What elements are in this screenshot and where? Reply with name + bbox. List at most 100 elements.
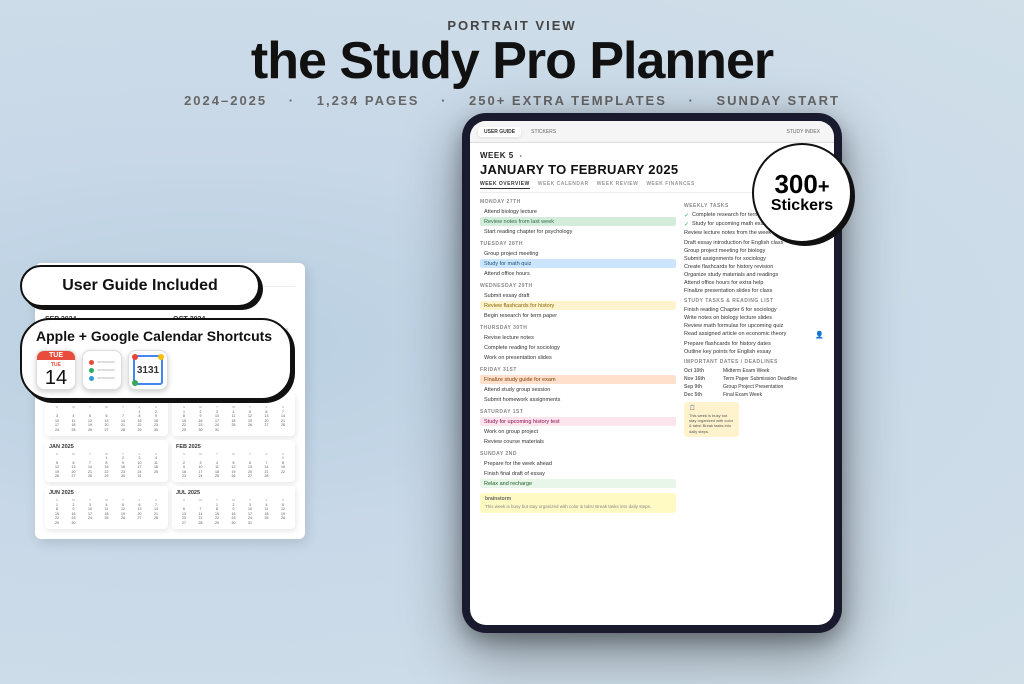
task-item: Outline key points for English essay bbox=[684, 349, 824, 355]
date-separator: • bbox=[520, 154, 522, 160]
subtab-week-review[interactable]: WEEK REVIEW bbox=[597, 181, 639, 189]
date-text: Group Project Presentation bbox=[723, 384, 783, 390]
feb-cal: FEB 2025 SMTWTFS 1 2345678 9101112131415… bbox=[172, 440, 295, 483]
reminders-icon bbox=[82, 350, 122, 390]
center-panel: 300+ Stickers USER GUIDE STICKERS STUDY … bbox=[300, 118, 1004, 633]
task-text: Organize study materials and readings bbox=[684, 272, 824, 278]
task-text: Group project meeting for biology bbox=[684, 248, 824, 254]
jan-cal: JAN 2025 SMTWTFS 1234 567891011 12131415… bbox=[45, 440, 168, 483]
task-item: Create flashcards for history revision bbox=[684, 264, 824, 270]
date-item: Oct 10th Midterm Exam Week bbox=[684, 368, 824, 374]
user-guide-badge: User Guide Included bbox=[20, 265, 260, 307]
tab-study-index[interactable]: STUDY INDEX bbox=[780, 127, 826, 137]
header: PORTRAIT VIEW the Study Pro Planner 2024… bbox=[0, 0, 1024, 108]
task-item: Group project meeting bbox=[480, 249, 676, 258]
task-item: Submit assignments for sociology bbox=[684, 256, 824, 262]
stickers-badge: 300+ Stickers bbox=[752, 143, 852, 243]
apple-calendar-icon: TUE TUE 14 bbox=[36, 350, 76, 390]
monday-label: MONDAY 27TH bbox=[480, 199, 676, 205]
main-title: the Study Pro Planner bbox=[0, 35, 1024, 87]
apple-cal-header: TUE bbox=[37, 351, 75, 360]
brainstorm-section: brainstorm This week is busy but stay or… bbox=[480, 493, 676, 513]
friday-label: FRIDAY 31ST bbox=[480, 367, 676, 373]
date-text: Midterm Exam Week bbox=[723, 368, 769, 374]
date-item: Dec 5th Final Exam Week bbox=[684, 392, 824, 398]
task-text: Read assigned article on economic theory bbox=[684, 331, 812, 337]
task-item: Attend office hours for extra help bbox=[684, 280, 824, 286]
brainstorm-label: brainstorm bbox=[485, 496, 671, 502]
left-panel: USER GUIDE STICKERS 2024-2025 CALENDAR M… bbox=[20, 118, 320, 633]
saturday-label: SATURDAY 1ST bbox=[480, 409, 676, 415]
task-item: Work on group project bbox=[480, 427, 676, 436]
check-icon: ✓ bbox=[684, 212, 689, 219]
task-item: Submit essay draft bbox=[480, 291, 676, 300]
task-item: Prepare for the week ahead bbox=[480, 459, 676, 468]
wednesday-label: WEDNESDAY 29TH bbox=[480, 283, 676, 289]
subtab-week-finances[interactable]: WEEK FINANCES bbox=[646, 181, 694, 189]
task-item: Group project meeting for biology bbox=[684, 248, 824, 254]
task-text: Attend office hours for extra help bbox=[684, 280, 824, 286]
sunday-section: SUNDAY 2ND Prepare for the week ahead Fi… bbox=[480, 451, 676, 488]
task-item: Prepare flashcards for history dates bbox=[684, 341, 824, 347]
subtitle-bar: 2024–2025 · 1,234 PAGES · 250+ EXTRA TEM… bbox=[0, 93, 1024, 108]
thursday-section: THURSDAY 30TH Revise lecture notes Compl… bbox=[480, 325, 676, 362]
date-text: Final Exam Week bbox=[723, 392, 762, 398]
study-tasks-title: STUDY TASKS & READING LIST bbox=[684, 298, 824, 304]
task-item: Submit homework assignments bbox=[480, 395, 676, 404]
tuesday-label: TUESDAY 28TH bbox=[480, 241, 676, 247]
portrait-label: PORTRAIT VIEW bbox=[0, 18, 1024, 33]
task-item: Work on presentation slides bbox=[480, 353, 676, 362]
sticky-note: 📋 This week is busy but stay organized w… bbox=[684, 402, 739, 437]
subtab-week-overview[interactable]: WEEK OVERVIEW bbox=[480, 181, 530, 189]
task-item: Revise lecture notes bbox=[480, 333, 676, 342]
sunday-label: SUNDAY 2ND bbox=[480, 451, 676, 457]
task-text: Create flashcards for history revision bbox=[684, 264, 824, 270]
saturday-section: SATURDAY 1ST Study for upcoming history … bbox=[480, 409, 676, 446]
subtab-week-calendar[interactable]: WEEK CALENDAR bbox=[538, 181, 589, 189]
monday-section: MONDAY 27TH Attend biology lecture Revie… bbox=[480, 199, 676, 236]
task-text: Finalize presentation slides for class bbox=[684, 288, 824, 294]
friday-section: FRIDAY 31ST Finalize study guide for exa… bbox=[480, 367, 676, 404]
task-item: Attend office hours bbox=[480, 269, 676, 278]
task-item: Read assigned article on economic theory… bbox=[684, 331, 824, 339]
mini-months-grid: NOV 2024 SMTWTFS 12 3456789 101112131415… bbox=[45, 393, 295, 529]
task-item: Attend biology lecture bbox=[480, 207, 676, 216]
jun-cal: JUN 2025 SMTWTFS 1234567 891011121314 15… bbox=[45, 486, 168, 529]
tab-user-guide[interactable]: USER GUIDE bbox=[478, 127, 521, 137]
apple-cal-day-number: 14 bbox=[45, 368, 67, 388]
task-text: Finish reading Chapter 6 for sociology bbox=[684, 307, 824, 313]
task-text: Outline key points for English essay bbox=[684, 349, 824, 355]
tab-stickers[interactable]: STICKERS bbox=[525, 127, 562, 137]
task-item: Begin research for term paper bbox=[480, 311, 676, 320]
thursday-label: THURSDAY 30TH bbox=[480, 325, 676, 331]
calendar-shortcuts-label: Apple + Google Calendar Shortcuts bbox=[36, 328, 276, 344]
task-item: Complete reading for sociology bbox=[480, 343, 676, 352]
task-item: Finish reading Chapter 6 for sociology bbox=[684, 307, 824, 313]
task-item: Attend study group session bbox=[480, 385, 676, 394]
check-icon: ✓ bbox=[684, 221, 689, 228]
app-icons-row: TUE TUE 14 bbox=[36, 350, 276, 390]
task-item: Finish final draft of essay bbox=[480, 469, 676, 478]
person-icon: 👤 bbox=[815, 331, 824, 339]
tuesday-section: TUESDAY 28TH Group project meeting Study… bbox=[480, 241, 676, 278]
task-text: Write notes on biology lecture slides bbox=[684, 315, 824, 321]
main-content: USER GUIDE STICKERS 2024-2025 CALENDAR M… bbox=[0, 118, 1024, 633]
task-item: Review notes from last week bbox=[480, 217, 676, 226]
important-dates-title: IMPORTANT DATES / DEADLINES bbox=[684, 359, 824, 365]
stickers-label: Stickers bbox=[771, 197, 833, 215]
wednesday-section: WEDNESDAY 29TH Submit essay draft Review… bbox=[480, 283, 676, 320]
task-item: Review course materials bbox=[480, 437, 676, 446]
date-text: Term Paper Submission Deadline bbox=[723, 376, 797, 382]
date-item: Nov 16th Term Paper Submission Deadline bbox=[684, 376, 824, 382]
task-item: Write notes on biology lecture slides bbox=[684, 315, 824, 321]
days-column: MONDAY 27TH Attend biology lecture Revie… bbox=[480, 199, 676, 617]
task-item: Study for upcoming history test bbox=[480, 417, 676, 426]
planner-columns: MONDAY 27TH Attend biology lecture Revie… bbox=[480, 199, 824, 617]
task-item: Study for math quiz bbox=[480, 259, 676, 268]
tablet-wrapper: 300+ Stickers USER GUIDE STICKERS STUDY … bbox=[462, 113, 842, 633]
task-item: Finalize study guide for exam bbox=[480, 375, 676, 384]
jul-cal: JUL 2025 SMTWTFS 12345 6789101112 131415… bbox=[172, 486, 295, 529]
task-item: Review flashcards for history bbox=[480, 301, 676, 310]
task-text: Review math formulas for upcoming quiz bbox=[684, 323, 824, 329]
task-text: Prepare flashcards for history dates bbox=[684, 341, 824, 347]
